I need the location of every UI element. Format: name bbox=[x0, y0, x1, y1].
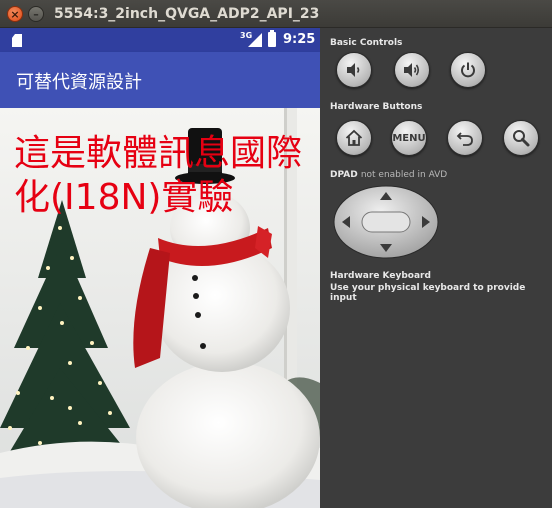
dpad-note: not enabled in AVD bbox=[360, 170, 448, 180]
emulator-control-panel: Basic Controls Hardware Buttons MENU DPA… bbox=[320, 28, 552, 508]
signal-icon bbox=[248, 33, 262, 47]
home-icon bbox=[345, 129, 363, 146]
status-bar: 3G 9:25 bbox=[0, 28, 320, 52]
volume-down-icon bbox=[347, 63, 360, 77]
status-clock: 9:25 bbox=[283, 32, 316, 47]
dpad-title: DPAD bbox=[330, 170, 358, 180]
battery-icon bbox=[268, 30, 276, 47]
volume-up-icon bbox=[404, 63, 420, 77]
search-button[interactable] bbox=[503, 120, 539, 156]
back-icon bbox=[456, 132, 473, 146]
volume-down-button[interactable] bbox=[336, 52, 372, 88]
hardware-buttons-label: Hardware Buttons bbox=[330, 102, 423, 112]
window-minimize-button[interactable]: – bbox=[28, 6, 44, 22]
power-icon bbox=[461, 62, 475, 78]
device-screen: 3G 9:25 可替代資源設計 這是軟體訊息國際化(I18N)實驗 bbox=[0, 28, 320, 508]
window-titlebar: × – 5554:3_2inch_QVGA_ADP2_API_23 bbox=[0, 0, 552, 28]
home-button[interactable] bbox=[336, 120, 372, 156]
dpad[interactable] bbox=[332, 184, 440, 260]
i18n-message: 這是軟體訊息國際化(I18N)實驗 bbox=[14, 133, 303, 218]
power-button[interactable] bbox=[450, 52, 486, 88]
window-close-button[interactable]: × bbox=[7, 6, 23, 22]
content-area: 這是軟體訊息國際化(I18N)實驗 bbox=[0, 108, 320, 508]
hardware-keyboard-label: Hardware Keyboard bbox=[330, 271, 431, 281]
hardware-keyboard-note: Use your physical keyboard to provide in… bbox=[330, 283, 526, 303]
sd-card-icon bbox=[12, 34, 22, 47]
app-title: 可替代資源設計 bbox=[16, 72, 142, 93]
volume-up-button[interactable] bbox=[394, 52, 430, 88]
menu-button-label: MENU bbox=[392, 132, 426, 144]
search-icon bbox=[513, 130, 530, 147]
basic-controls-label: Basic Controls bbox=[330, 38, 403, 48]
menu-button[interactable]: MENU bbox=[391, 120, 427, 156]
app-bar: 可替代資源設計 bbox=[0, 52, 320, 108]
dpad-label: DPAD not enabled in AVD bbox=[330, 170, 447, 180]
back-button[interactable] bbox=[447, 120, 483, 156]
window-title: 5554:3_2inch_QVGA_ADP2_API_23 bbox=[54, 6, 320, 22]
